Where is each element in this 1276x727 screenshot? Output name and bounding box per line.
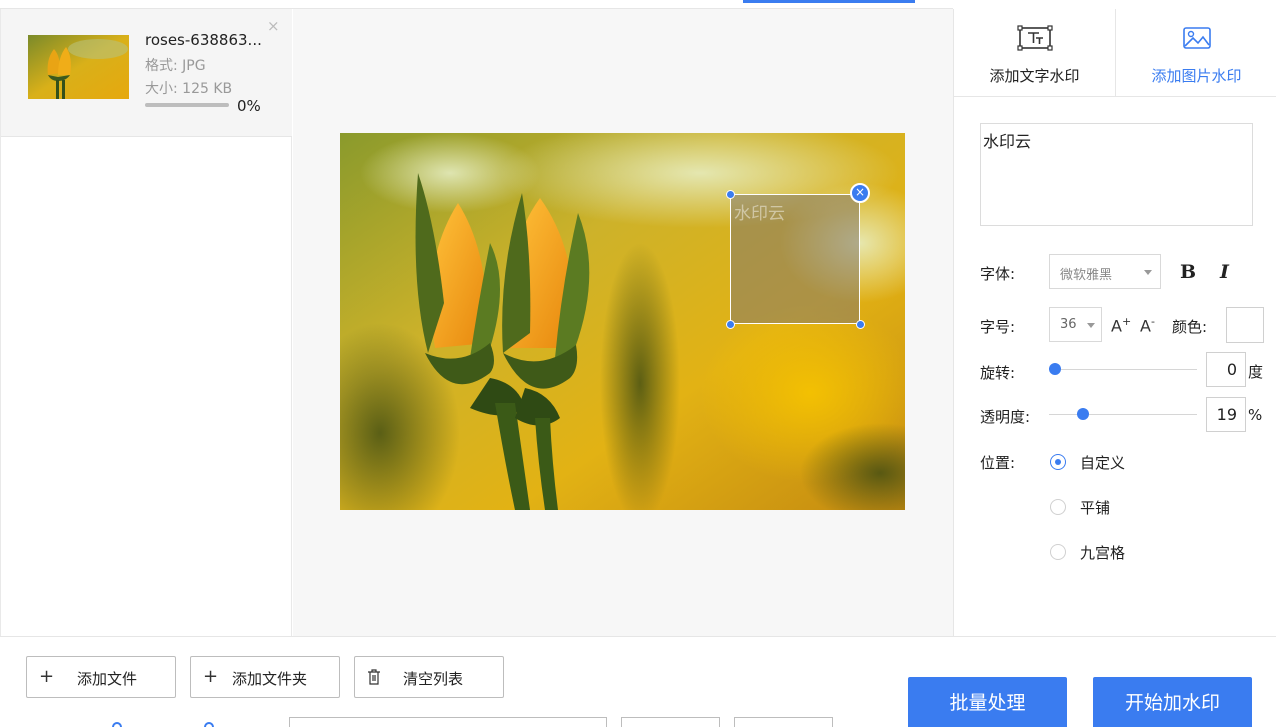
open-folder-button[interactable] <box>734 717 833 727</box>
file-progress-bar <box>145 103 229 107</box>
file-thumbnail <box>28 35 129 99</box>
color-picker[interactable] <box>1226 307 1264 343</box>
tab-image-watermark-label: 添加图片水印 <box>1151 67 1242 85</box>
option-radio-partial[interactable] <box>204 722 214 727</box>
file-name: roses-638863... <box>145 31 262 49</box>
plus-icon: + <box>203 666 219 687</box>
rotation-unit: 度 <box>1248 363 1264 381</box>
file-list-panel: roses-638863... 格式: JPG 大小: 125 KB 0% × <box>0 9 292 636</box>
opacity-label: 透明度: <box>980 408 1031 426</box>
opacity-slider-handle[interactable] <box>1077 408 1090 420</box>
preview-image: 水印云 × <box>340 133 905 510</box>
add-file-label: 添加文件 <box>77 670 138 688</box>
output-path-input[interactable] <box>289 717 607 727</box>
preview-area: 水印云 × <box>293 9 953 636</box>
italic-button[interactable]: I <box>1220 261 1229 283</box>
settings-panel: 添加文字水印 添加图片水印 水印云 字体: 微软雅黑 B I 字号: 36 A+… <box>953 9 1276 636</box>
position-radio-custom[interactable] <box>1050 454 1066 470</box>
font-label: 字体: <box>980 265 1016 283</box>
active-tab-indicator <box>743 0 915 3</box>
position-radio-grid[interactable] <box>1050 544 1066 560</box>
file-size: 大小: 125 KB <box>145 81 233 97</box>
resize-handle-top-left[interactable] <box>726 190 735 199</box>
file-format: 格式: JPG <box>145 58 206 74</box>
option-radio-partial[interactable] <box>112 722 122 727</box>
tab-text-watermark-label: 添加文字水印 <box>989 67 1080 85</box>
file-progress-text: 0% <box>237 97 261 115</box>
font-size-select[interactable]: 36 <box>1049 307 1102 342</box>
watermark-box[interactable]: 水印云 <box>730 194 860 324</box>
increase-font-size-sign: + <box>1121 315 1132 328</box>
file-list-item[interactable]: roses-638863... 格式: JPG 大小: 125 KB 0% × <box>1 9 292 137</box>
resize-handle-bottom-right[interactable] <box>856 320 865 329</box>
color-label: 颜色: <box>1172 318 1208 336</box>
watermark-app: roses-638863... 格式: JPG 大小: 125 KB 0% × <box>0 0 1276 727</box>
watermark-text-input[interactable]: 水印云 <box>980 123 1253 226</box>
clear-list-label: 清空列表 <box>403 670 464 688</box>
decrease-font-size-letter: A <box>1140 316 1151 336</box>
chevron-down-icon <box>1144 270 1152 275</box>
start-watermark-button[interactable]: 开始加水印 <box>1093 677 1252 727</box>
clear-list-button[interactable]: 清空列表 <box>354 656 504 698</box>
watermark-type-tabs: 添加文字水印 添加图片水印 <box>954 9 1276 97</box>
position-custom-label: 自定义 <box>1080 454 1126 472</box>
font-select-value: 微软雅黑 <box>1060 268 1113 283</box>
decrease-font-size-sign: - <box>1150 315 1155 328</box>
rotation-input[interactable]: 0 <box>1206 352 1246 387</box>
position-radio-tile[interactable] <box>1050 499 1066 515</box>
opacity-unit: % <box>1248 406 1263 424</box>
batch-process-button[interactable]: 批量处理 <box>908 677 1067 727</box>
text-watermark-icon <box>1017 25 1053 51</box>
increase-font-size-button[interactable]: A+ <box>1111 315 1131 335</box>
delete-watermark-icon[interactable]: × <box>850 183 870 203</box>
rotation-slider-track[interactable] <box>1049 369 1197 370</box>
rose-thumbnail-image <box>28 35 129 99</box>
position-grid-label: 九宫格 <box>1080 544 1126 562</box>
tab-text-watermark[interactable]: 添加文字水印 <box>954 9 1115 97</box>
font-size-value: 36 <box>1060 317 1077 332</box>
trash-icon <box>368 669 380 685</box>
rotation-label: 旋转: <box>980 364 1016 382</box>
position-label: 位置: <box>980 454 1016 472</box>
chevron-down-icon <box>1087 323 1095 328</box>
size-label: 字号: <box>980 318 1016 336</box>
font-select[interactable]: 微软雅黑 <box>1049 254 1161 289</box>
add-folder-label: 添加文件夹 <box>232 670 308 688</box>
remove-file-icon[interactable]: × <box>267 17 280 35</box>
bold-button[interactable]: B <box>1180 261 1196 283</box>
image-watermark-icon <box>1183 27 1211 49</box>
opacity-input[interactable]: 19 <box>1206 397 1246 432</box>
plus-icon: + <box>39 666 55 687</box>
resize-handle-bottom-left[interactable] <box>726 320 735 329</box>
rotation-slider-handle[interactable] <box>1049 363 1061 375</box>
add-file-button[interactable]: + 添加文件 <box>26 656 176 698</box>
watermark-preview-text: 水印云 <box>734 204 785 224</box>
add-folder-button[interactable]: + 添加文件夹 <box>190 656 340 698</box>
position-tile-label: 平铺 <box>1080 499 1111 517</box>
bottom-toolbar: + 添加文件 + 添加文件夹 清空列表 批量处理 开始加水印 <box>0 636 1276 727</box>
change-path-button[interactable] <box>621 717 720 727</box>
tab-image-watermark[interactable]: 添加图片水印 <box>1116 9 1276 97</box>
increase-font-size-letter: A <box>1111 316 1122 336</box>
decrease-font-size-button[interactable]: A- <box>1140 315 1155 335</box>
opacity-slider-track[interactable] <box>1049 414 1197 415</box>
